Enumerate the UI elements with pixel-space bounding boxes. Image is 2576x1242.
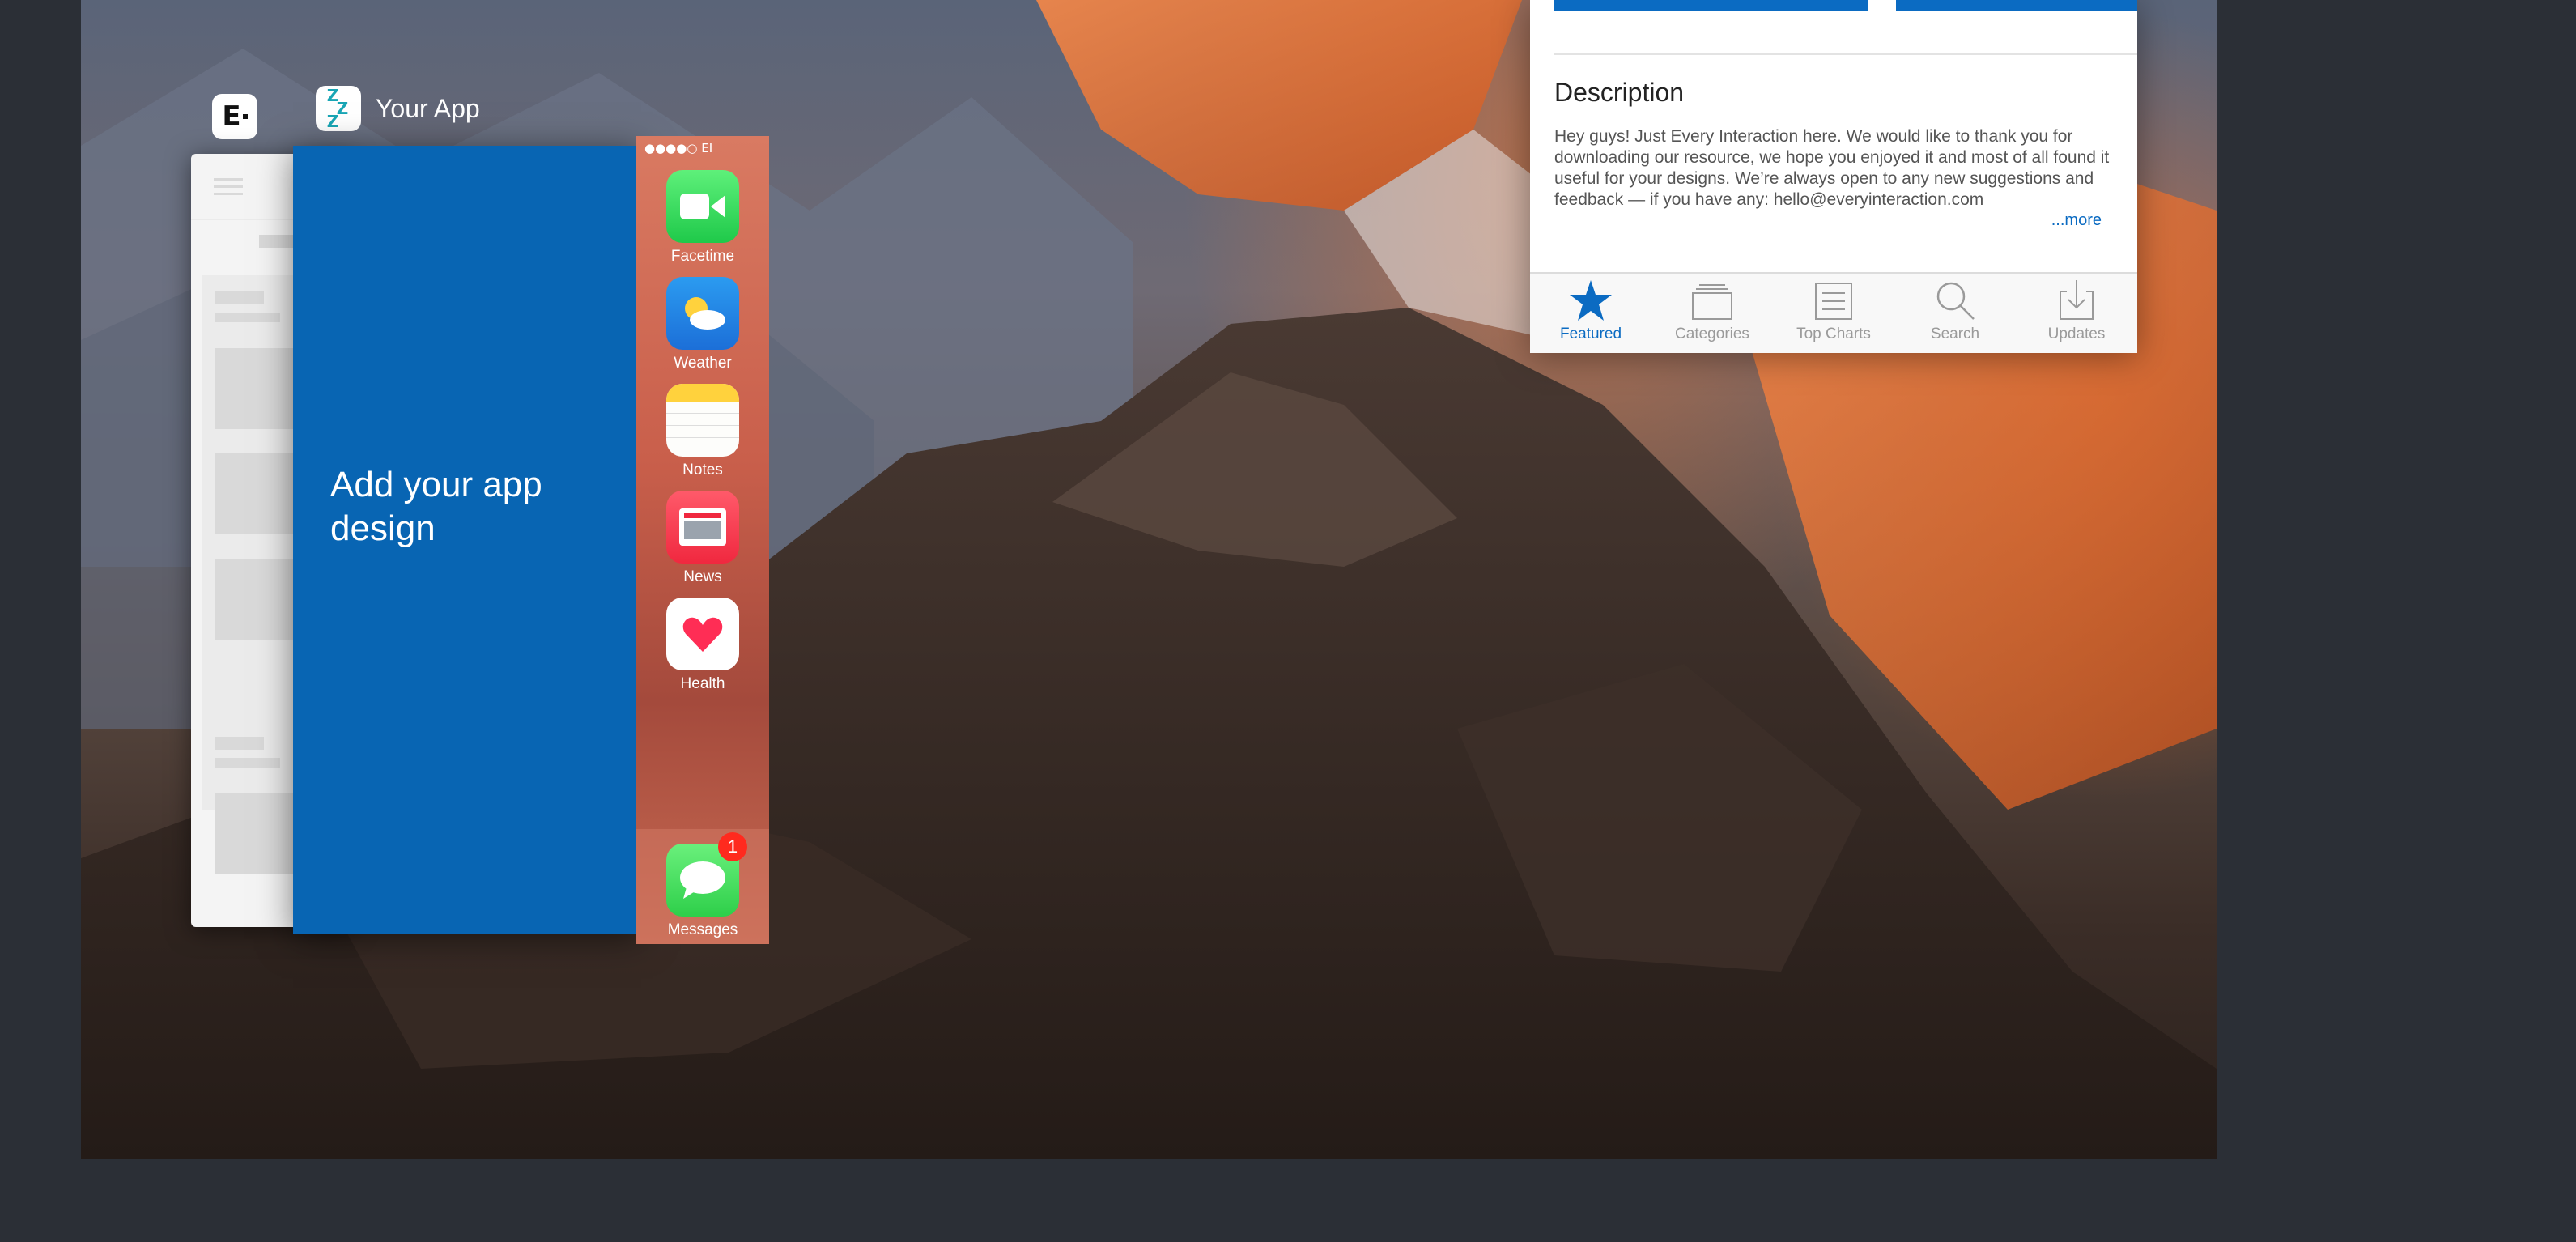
status-bar: ●●●●○ EI [644, 141, 713, 155]
tab-top-charts[interactable]: Top Charts [1773, 274, 1894, 353]
store-action-button[interactable] [1554, 0, 1868, 11]
divider [1554, 53, 2137, 55]
weather-icon [666, 277, 739, 350]
placeholder-text: Add your app design [330, 465, 542, 548]
sleep-zzz-icon: ZZZ [316, 86, 361, 131]
placeholder-line [215, 737, 264, 750]
back-app-header[interactable]: E [212, 94, 257, 139]
search-icon [1936, 282, 1975, 320]
hamburger-line [214, 193, 243, 195]
app-label: News [683, 568, 722, 585]
placeholder-line [215, 313, 280, 322]
placeholder-line [215, 758, 280, 768]
front-app-title: Your App [376, 93, 480, 123]
description-body: Hey guys! Just Every Interaction here. W… [1554, 127, 2110, 209]
messages-icon: 1 [666, 832, 747, 917]
app-health[interactable]: Health [636, 598, 769, 693]
facetime-icon [666, 170, 739, 243]
description-title: Description [1554, 78, 1685, 107]
everyinteraction-logo-icon: E [212, 94, 257, 139]
tab-search[interactable]: Search [1894, 274, 2016, 353]
tab-label: Featured [1559, 325, 1622, 342]
categories-icon [1692, 284, 1732, 320]
app-label: Health [680, 675, 725, 692]
notes-icon [666, 384, 739, 457]
app-label: Messages [667, 921, 738, 938]
download-icon [2060, 280, 2094, 320]
app-label: Notes [682, 461, 723, 479]
notification-badge: 1 [718, 832, 747, 861]
hamburger-line [214, 185, 243, 188]
tab-label: Top Charts [1796, 325, 1871, 342]
phone-home-screen[interactable]: ●●●●○ EI Facetime Weather Notes News Hea… [636, 136, 769, 944]
more-link[interactable]: ...more [2051, 211, 2102, 230]
app-label: Facetime [670, 248, 735, 265]
tab-bar: Featured Categories Top Charts Search Up… [1530, 272, 2137, 353]
tab-updates[interactable]: Updates [2016, 274, 2137, 353]
app-label: Weather [674, 355, 732, 372]
front-app-header[interactable]: ZZZ Your App [316, 86, 480, 131]
placeholder-line [215, 291, 264, 304]
star-icon [1570, 280, 1612, 321]
tab-label: Categories [1675, 325, 1749, 342]
app-facetime[interactable]: Facetime [636, 170, 769, 266]
news-icon [666, 491, 739, 564]
store-action-button[interactable] [1896, 0, 2137, 11]
tab-categories[interactable]: Categories [1651, 274, 1773, 353]
app-news[interactable]: News [636, 491, 769, 586]
tab-label: Search [1930, 325, 1980, 342]
tab-label: Updates [2047, 325, 2106, 342]
tab-featured[interactable]: Featured [1530, 274, 1651, 353]
app-messages[interactable]: 1 Messages [636, 832, 769, 939]
list-icon [1815, 283, 1852, 320]
app-store-card[interactable]: Description Hey guys! Just Every Interac… [1530, 0, 2137, 353]
app-notes[interactable]: Notes [636, 384, 769, 479]
app-weather[interactable]: Weather [636, 277, 769, 372]
health-icon [666, 598, 739, 670]
app-design-placeholder-card[interactable]: Add your app design [293, 146, 641, 934]
hamburger-icon [214, 178, 243, 181]
